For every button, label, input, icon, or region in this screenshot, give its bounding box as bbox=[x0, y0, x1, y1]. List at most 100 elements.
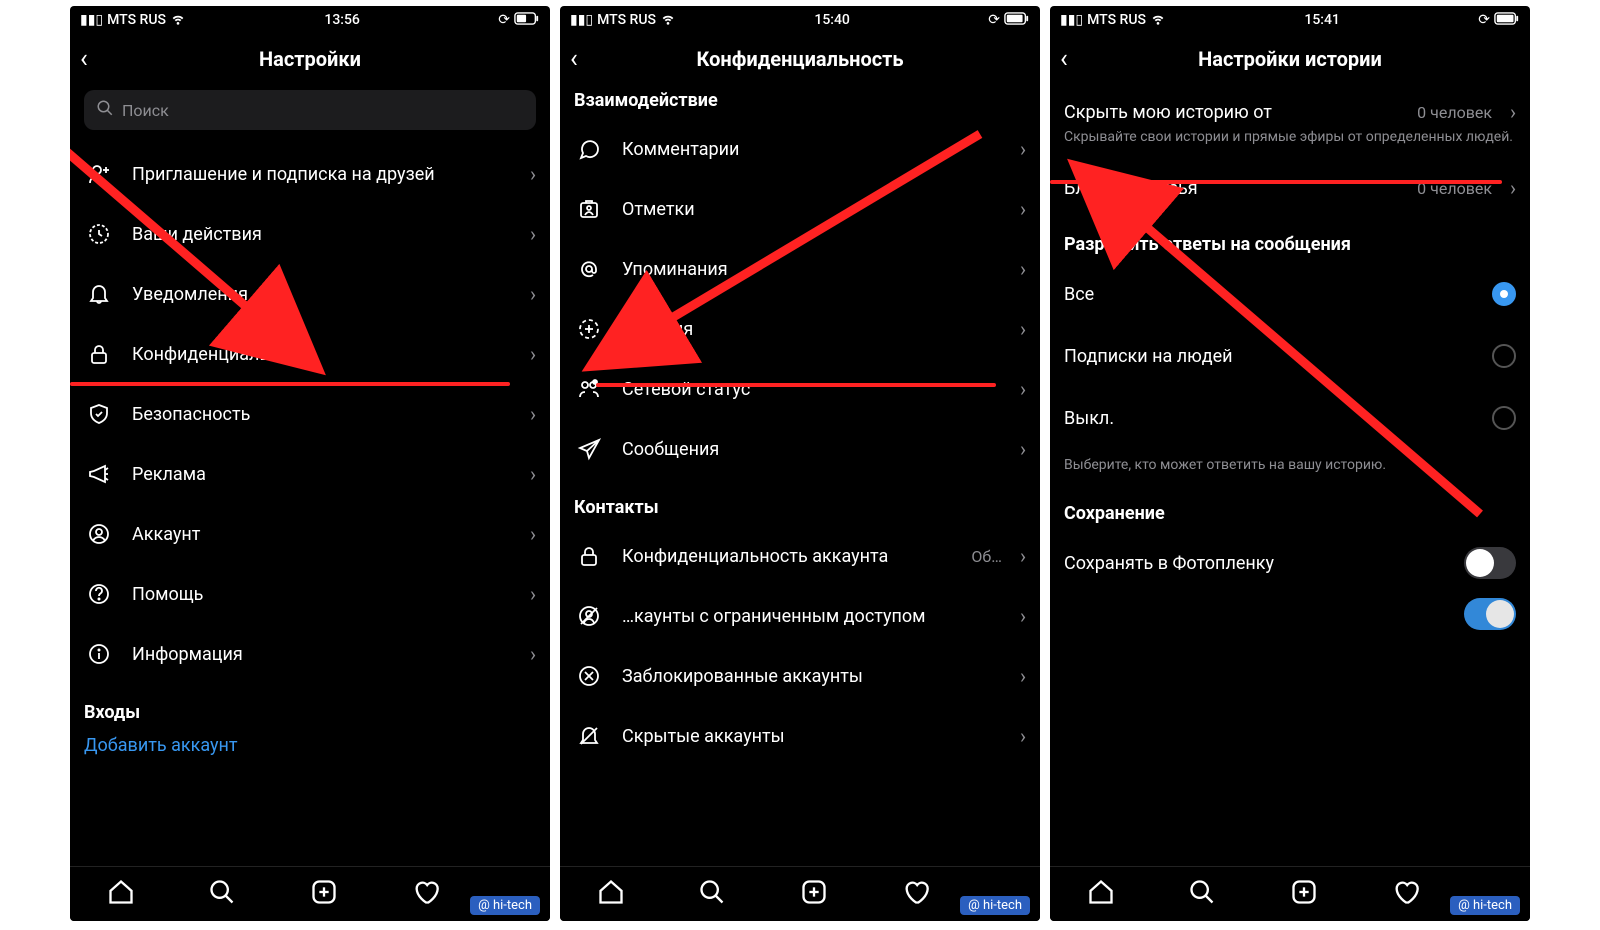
row-tags[interactable]: Отметки › bbox=[574, 179, 1026, 239]
info-icon bbox=[84, 642, 114, 666]
radio-following[interactable]: Подписки на людей bbox=[1064, 325, 1516, 387]
row-muted[interactable]: Скрытые аккаунты › bbox=[574, 706, 1026, 766]
row-hide-story[interactable]: Скрыть мою историю от 0 человек › bbox=[1064, 92, 1516, 132]
story-icon bbox=[574, 317, 604, 341]
row-privacy[interactable]: Конфиденциальность › bbox=[84, 324, 536, 384]
tab-activity[interactable] bbox=[1392, 878, 1420, 910]
header: ‹ Конфиденциальность bbox=[560, 34, 1040, 84]
radio-selected-icon bbox=[1492, 282, 1516, 306]
chevron-right-icon: › bbox=[1510, 100, 1516, 124]
tab-create[interactable] bbox=[1290, 878, 1318, 910]
back-button[interactable]: ‹ bbox=[1060, 44, 1068, 74]
tab-home[interactable] bbox=[107, 878, 135, 910]
page-title: Настройки истории bbox=[1198, 47, 1382, 71]
watermark: @ hi-tech bbox=[1450, 896, 1520, 915]
row-your-activity[interactable]: Ваши действия › bbox=[84, 204, 536, 264]
tab-search[interactable] bbox=[208, 878, 236, 910]
tab-activity[interactable] bbox=[412, 878, 440, 910]
tab-create[interactable] bbox=[310, 878, 338, 910]
row-account[interactable]: Аккаунт › bbox=[84, 504, 536, 564]
search-input[interactable]: Поиск bbox=[84, 90, 536, 130]
restricted-icon bbox=[574, 604, 604, 628]
chevron-right-icon: › bbox=[1020, 137, 1026, 161]
chevron-right-icon: › bbox=[1020, 724, 1026, 748]
row-save-archive[interactable] bbox=[1064, 594, 1516, 634]
row-restricted[interactable]: …каунты с ограниченным доступом › bbox=[574, 586, 1026, 646]
tab-home[interactable] bbox=[597, 878, 625, 910]
highlight-underline bbox=[596, 383, 996, 387]
muted-icon bbox=[574, 724, 604, 748]
add-account-link[interactable]: Добавить аккаунт bbox=[84, 735, 536, 756]
message-icon bbox=[574, 437, 604, 461]
chevron-right-icon: › bbox=[1020, 257, 1026, 281]
tab-search[interactable] bbox=[1188, 878, 1216, 910]
section-allow-replies: Разрешить ответы на сообщения bbox=[1064, 234, 1516, 255]
clock-label: 13:56 bbox=[324, 12, 360, 28]
comment-icon bbox=[574, 137, 604, 161]
toggle-on[interactable] bbox=[1464, 598, 1516, 630]
chevron-right-icon: › bbox=[1020, 604, 1026, 628]
row-comments[interactable]: Комментарии › bbox=[574, 119, 1026, 179]
row-messages[interactable]: Сообщения › bbox=[574, 419, 1026, 479]
wifi-icon bbox=[170, 10, 186, 30]
tab-bar: @ hi-tech bbox=[1050, 866, 1530, 921]
tab-bar: @ hi-tech bbox=[560, 866, 1040, 921]
section-save: Сохранение bbox=[1064, 503, 1516, 524]
row-help[interactable]: Помощь › bbox=[84, 564, 536, 624]
row-security[interactable]: Безопасность › bbox=[84, 384, 536, 444]
back-button[interactable]: ‹ bbox=[570, 44, 578, 74]
orientation-icon: ⟳ bbox=[988, 12, 1000, 28]
section-interaction: Взаимодействие bbox=[574, 90, 1026, 111]
section-contacts: Контакты bbox=[574, 497, 1026, 518]
back-button[interactable]: ‹ bbox=[80, 44, 88, 74]
chevron-right-icon: › bbox=[530, 402, 536, 426]
radio-unselected-icon bbox=[1492, 406, 1516, 430]
radio-off[interactable]: Выкл. bbox=[1064, 387, 1516, 449]
carrier-label: MTS RUS bbox=[1087, 12, 1146, 28]
chevron-right-icon: › bbox=[530, 642, 536, 666]
orientation-icon: ⟳ bbox=[498, 12, 510, 28]
page-title: Конфиденциальность bbox=[696, 47, 903, 71]
chevron-right-icon: › bbox=[1020, 197, 1026, 221]
chevron-right-icon: › bbox=[1020, 437, 1026, 461]
row-activity-status[interactable]: Сетевой статус › bbox=[574, 359, 1026, 419]
toggle-off[interactable] bbox=[1464, 547, 1516, 579]
row-story[interactable]: История › bbox=[574, 299, 1026, 359]
row-save-camera-roll[interactable]: Сохранять в Фотопленку bbox=[1064, 532, 1516, 594]
row-blocked[interactable]: Заблокированные аккаунты › bbox=[574, 646, 1026, 706]
radio-unselected-icon bbox=[1492, 344, 1516, 368]
chevron-right-icon: › bbox=[530, 342, 536, 366]
activity-status-icon bbox=[574, 377, 604, 401]
person-plus-icon bbox=[84, 162, 114, 186]
row-account-privacy[interactable]: Конфиденциальность аккаунта Об… › bbox=[574, 526, 1026, 586]
screen-privacy: ▮▮▯ MTS RUS 15:40 ⟳ ‹ Конфиденциальность… bbox=[560, 6, 1040, 921]
carrier-label: MTS RUS bbox=[597, 12, 656, 28]
chevron-right-icon: › bbox=[1020, 664, 1026, 688]
row-ads[interactable]: Реклама › bbox=[84, 444, 536, 504]
battery-icon bbox=[514, 12, 540, 29]
orientation-icon: ⟳ bbox=[1478, 12, 1490, 28]
row-notifications[interactable]: Уведомления › bbox=[84, 264, 536, 324]
help-icon bbox=[84, 582, 114, 606]
tab-search[interactable] bbox=[698, 878, 726, 910]
signal-icon: ▮▮▯ bbox=[570, 12, 593, 28]
allow-replies-hint: Выберите, кто может ответить на вашу ист… bbox=[1064, 457, 1516, 473]
row-info[interactable]: Информация › bbox=[84, 624, 536, 684]
carrier-label: MTS RUS bbox=[107, 12, 166, 28]
row-mentions[interactable]: Упоминания › bbox=[574, 239, 1026, 299]
status-bar: ▮▮▯ MTS RUS 13:56 ⟳ bbox=[70, 6, 550, 34]
header: ‹ Настройки bbox=[70, 34, 550, 84]
highlight-underline bbox=[70, 382, 510, 386]
tab-home[interactable] bbox=[1087, 878, 1115, 910]
row-close-friends[interactable]: Близкие друзья 0 человек › bbox=[1064, 160, 1516, 216]
chevron-right-icon: › bbox=[530, 462, 536, 486]
status-bar: ▮▮▯ MTS RUS 15:40 ⟳ bbox=[560, 6, 1040, 34]
radio-everyone[interactable]: Все bbox=[1064, 263, 1516, 325]
search-placeholder: Поиск bbox=[122, 101, 169, 120]
row-invite-friends[interactable]: Приглашение и подписка на друзей › bbox=[84, 144, 536, 204]
chevron-right-icon: › bbox=[530, 522, 536, 546]
tab-activity[interactable] bbox=[902, 878, 930, 910]
tab-create[interactable] bbox=[800, 878, 828, 910]
signal-icon: ▮▮▯ bbox=[1060, 12, 1083, 28]
blocked-icon bbox=[574, 664, 604, 688]
